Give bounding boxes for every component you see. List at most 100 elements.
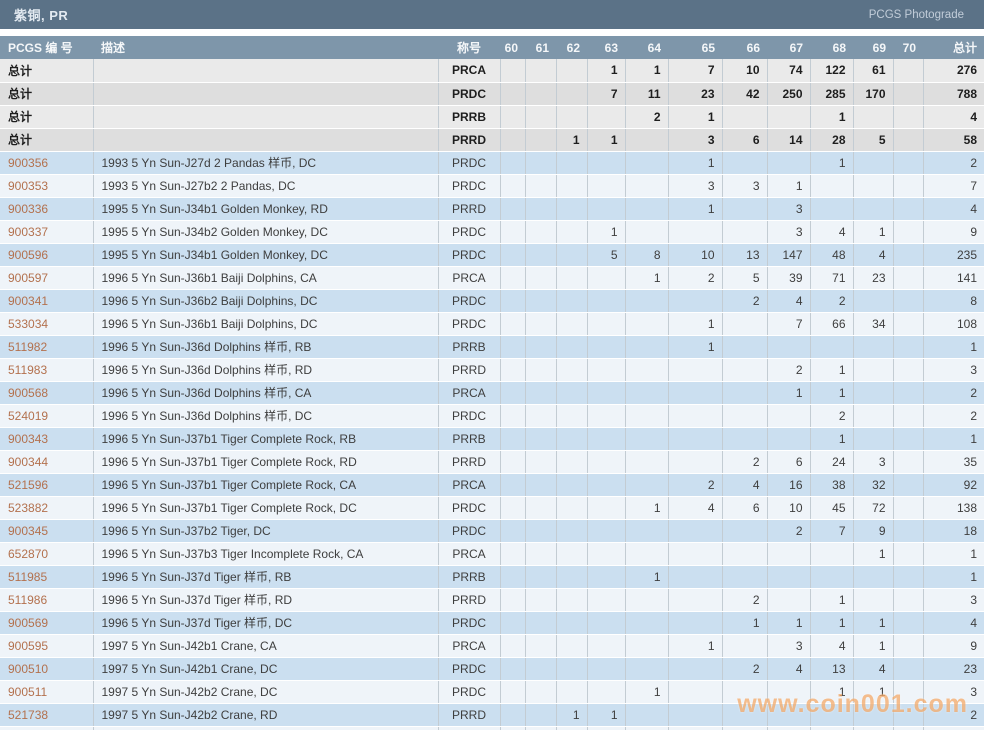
grade-63-count [587,450,625,473]
designation-cell: PRDC [438,496,500,519]
designation-cell: PRDC [438,611,500,634]
page-title: 紫铜, PR [14,5,68,24]
pcgs-number-link[interactable]: 900341 [0,289,93,312]
row-total: 35 [923,450,984,473]
grade-67-count: 7 [767,312,810,335]
grade-65-count: 23 [668,82,722,105]
grade-70-count [893,726,923,730]
designation-cell: PRDC [438,680,500,703]
grade-69-count [853,565,893,588]
grade-62-count [556,519,587,542]
grade-70-count [893,82,923,105]
grade-61-count [525,611,556,634]
grade-60-count [500,59,525,82]
pcgs-number-link[interactable]: 511986 [0,588,93,611]
pcgs-number-link[interactable]: 511982 [0,335,93,358]
grade-65-count: 3 [668,174,722,197]
coin-description: 1995 5 Yn Sun-J34b1 Golden Monkey, RD [93,197,438,220]
grade-63-count [587,726,625,730]
grade-70-count [893,174,923,197]
grade-67-count: 74 [767,59,810,82]
pcgs-number-link[interactable]: 900337 [0,220,93,243]
pcgs-number-link[interactable]: 900356 [0,151,93,174]
designation-cell: PRCA [438,381,500,404]
pcgs-number-link[interactable]: 511985 [0,565,93,588]
grade-63-count [587,335,625,358]
grade-60-count [500,220,525,243]
grade-67-count [767,335,810,358]
grade-60-count [500,105,525,128]
coin-description: 1996 5 Yn Sun-J36b1 Baiji Dolphins, DC [93,312,438,335]
grade-61-count [525,289,556,312]
pcgs-number-link[interactable]: 900568 [0,381,93,404]
col-header-60: 60 [500,36,525,59]
grade-70-count [893,312,923,335]
grade-62-count [556,427,587,450]
pcgs-number-link[interactable]: 523882 [0,496,93,519]
grade-61-count [525,496,556,519]
pcgs-number-link[interactable]: 900336 [0,197,93,220]
grade-67-count [767,427,810,450]
grade-68-count [810,542,853,565]
grade-68-count: 1 [810,358,853,381]
pcgs-number-link[interactable]: 900595 [0,634,93,657]
grade-66-count [722,519,767,542]
grade-63-count [587,197,625,220]
grade-64-count [625,473,668,496]
row-total: 4 [923,105,984,128]
col-header-68: 68 [810,36,853,59]
pcgs-number-link[interactable]: 521738 [0,703,93,726]
designation-cell: PRCA [438,542,500,565]
grade-66-count: 2 [722,450,767,473]
grade-64-count [625,611,668,634]
grade-60-count [500,680,525,703]
row-total: 4 [923,611,984,634]
row-total: 276 [923,59,984,82]
grade-69-count [853,151,893,174]
grade-62-count [556,381,587,404]
pcgs-number-link[interactable]: 511983 [0,358,93,381]
grade-61-count [525,680,556,703]
col-header-70: 70 [893,36,923,59]
grade-68-count: 4 [810,220,853,243]
row-total: 2 [923,381,984,404]
grade-60-count [500,588,525,611]
col-header-64: 64 [625,36,668,59]
pcgs-number-link[interactable]: 533034 [0,312,93,335]
pcgs-number-link[interactable]: 900344 [0,450,93,473]
coin-description: 1993 5 Yn Sun-J27d 2 Pandas 样币, DC [93,151,438,174]
grade-60-count [500,243,525,266]
grade-68-count: 28 [810,128,853,151]
pcgs-number-link[interactable]: 900343 [0,427,93,450]
row-total: 2 [923,703,984,726]
grade-61-count [525,657,556,680]
pcgs-number-link[interactable]: 900510 [0,657,93,680]
grade-69-count: 9 [853,519,893,542]
grade-62-count [556,59,587,82]
designation-cell: PRRD [438,128,500,151]
pcgs-number-link[interactable]: 900353 [0,174,93,197]
summary-label: 总计 [0,59,93,82]
grade-63-count [587,657,625,680]
pcgs-number-link[interactable]: 900511 [0,680,93,703]
pcgs-number-link[interactable]: 900569 [0,611,93,634]
table-row: 9003531993 5 Yn Sun-J27b2 2 Pandas, DCPR… [0,174,984,197]
pcgs-photograde-link[interactable]: PCGS Photograde [869,9,964,21]
col-header-description: 描述 [93,36,438,59]
pcgs-number-link[interactable]: 900597 [0,266,93,289]
pcgs-number-link[interactable]: 524019 [0,404,93,427]
grade-61-count [525,404,556,427]
pcgs-number-link[interactable]: 900596 [0,243,93,266]
coin-description: 1996 5 Yn Sun-J37d Tiger 样币, RD [93,588,438,611]
grade-66-count [722,358,767,381]
coin-description: 1996 5 Yn Sun-J36d Dolphins 样币, DC [93,404,438,427]
grade-69-count: 34 [853,312,893,335]
grade-62-count [556,243,587,266]
pcgs-number-link[interactable]: 521596 [0,473,93,496]
grade-64-count [625,427,668,450]
pcgs-number-link[interactable]: 900345 [0,519,93,542]
grade-67-count: 1 [767,611,810,634]
grade-70-count [893,59,923,82]
pcgs-number-link[interactable]: 652870 [0,542,93,565]
grade-61-count [525,381,556,404]
